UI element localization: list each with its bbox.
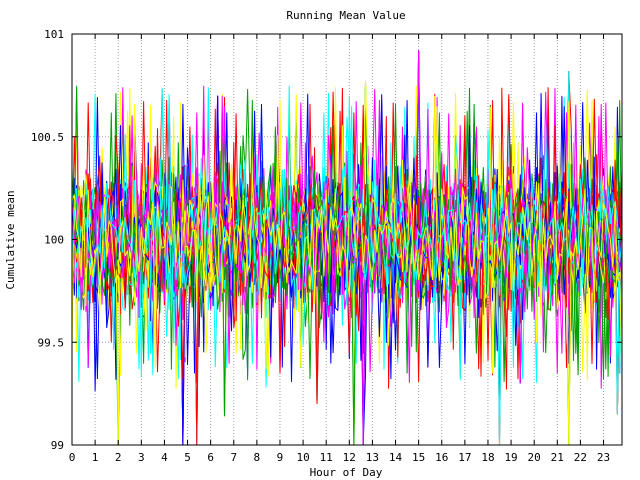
x-tick-label: 6 [207,451,214,464]
x-axis-label: Hour of Day [310,466,383,479]
x-tick-label: 5 [184,451,191,464]
chart-title: Running Mean Value [286,9,405,22]
x-tick-label: 8 [254,451,261,464]
y-tick-label: 99 [51,439,64,452]
x-tick-label: 2 [115,451,122,464]
x-tick-label: 0 [69,451,76,464]
x-tick-label: 15 [412,451,425,464]
x-tick-label: 7 [230,451,237,464]
x-tick-label: 4 [161,451,168,464]
y-tick-label: 100.5 [31,131,64,144]
x-tick-label: 19 [504,451,517,464]
x-tick-label: 14 [389,451,403,464]
y-tick-label: 101 [44,28,64,41]
x-tick-label: 21 [551,451,564,464]
y-tick-label: 100 [44,234,64,247]
y-axis-label: Cumulative mean [4,190,17,289]
x-tick-label: 11 [320,451,333,464]
x-tick-label: 3 [138,451,145,464]
x-tick-label: 22 [574,451,587,464]
x-tick-label: 23 [597,451,610,464]
x-tick-label: 12 [343,451,356,464]
x-tick-label: 16 [435,451,448,464]
x-tick-label: 13 [366,451,379,464]
x-tick-label: 1 [92,451,99,464]
x-tick-label: 9 [277,451,284,464]
x-tick-label: 17 [458,451,471,464]
chart: Running Mean Value 0 1 2 3 4 5 6 7 8 9 10 11 12 13 14 1… [0,0,640,480]
x-tick-label: 10 [296,451,309,464]
x-tick-label: 18 [481,451,494,464]
y-tick-label: 99.5 [38,336,65,349]
x-tick-label: 20 [528,451,541,464]
